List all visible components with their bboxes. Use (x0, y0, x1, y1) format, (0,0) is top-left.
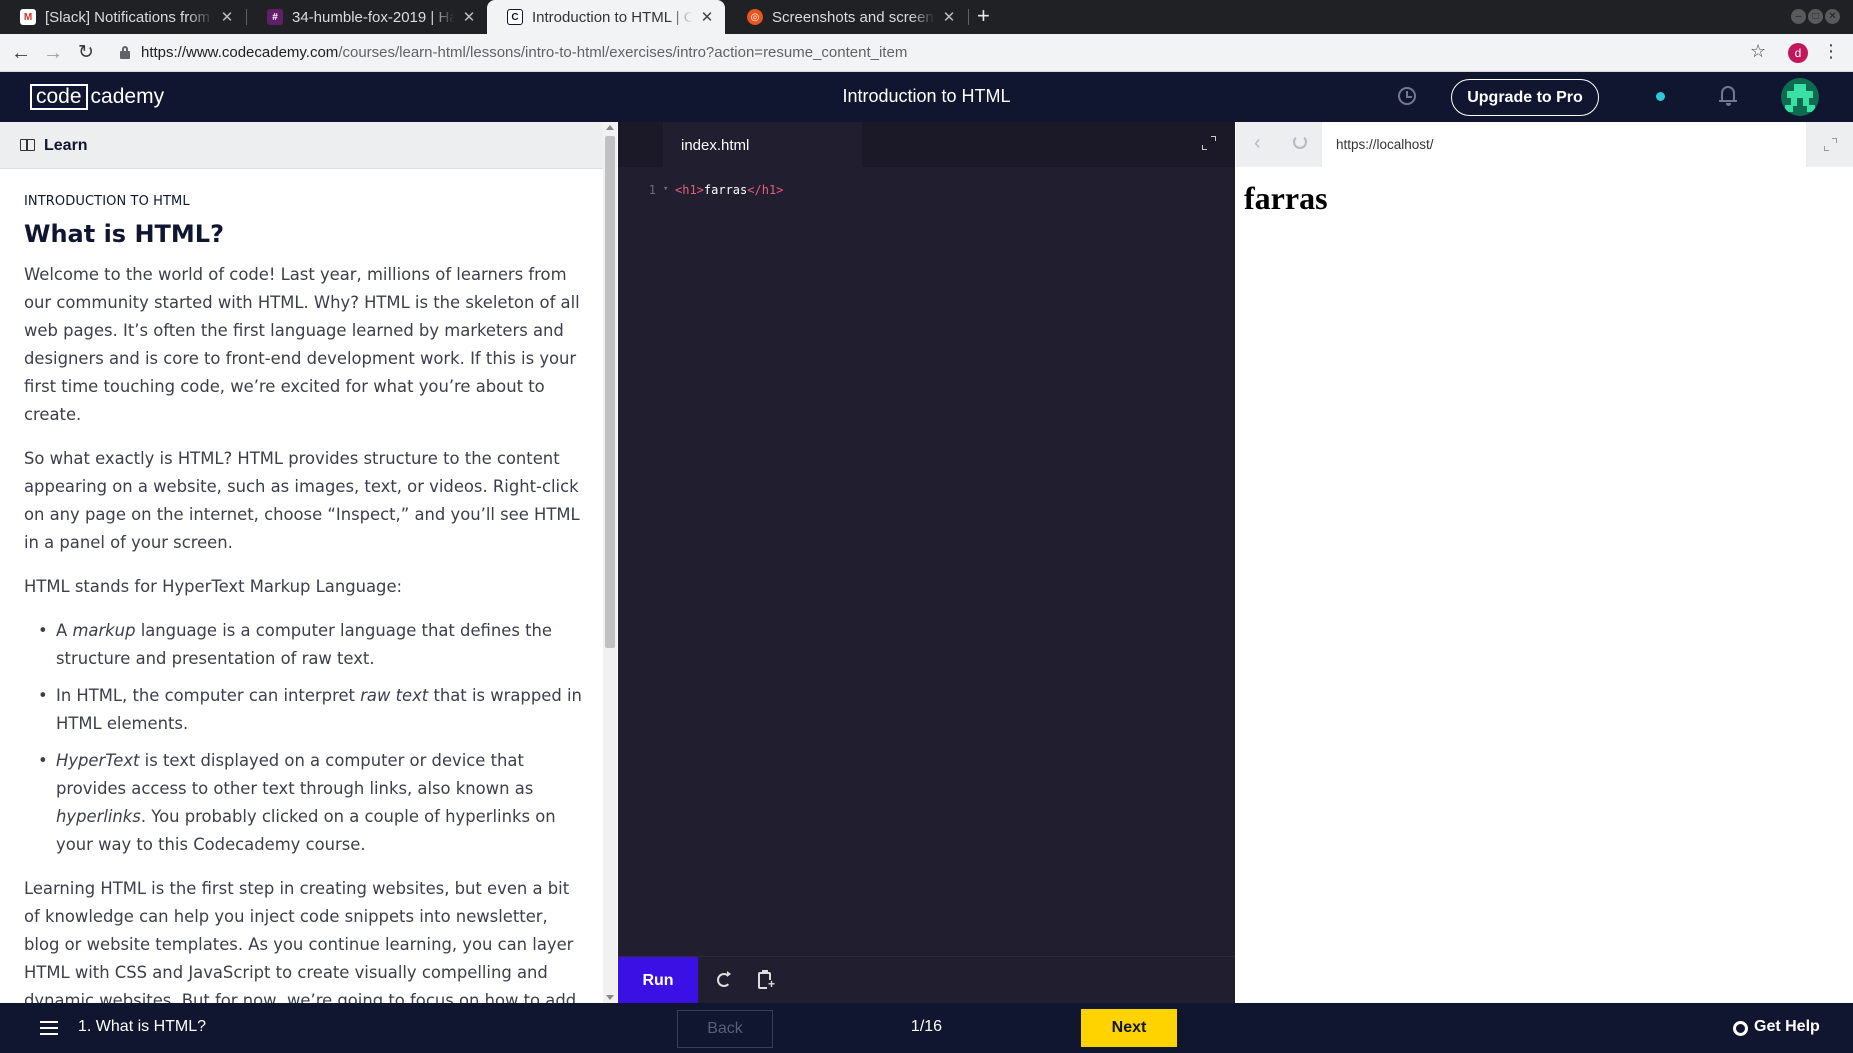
code-line[interactable]: <h1>farras</h1> (675, 182, 783, 198)
hamburger-menu-icon[interactable] (40, 1021, 58, 1035)
preview-back-icon[interactable]: ‹ (1254, 132, 1261, 155)
fold-arrow-icon[interactable]: ▾ (663, 181, 668, 197)
upgrade-to-pro-button[interactable]: Upgrade to Pro (1451, 79, 1599, 116)
paragraph: Welcome to the world of code! Last year,… (24, 265, 580, 424)
scroll-up-arrow-icon[interactable] (606, 125, 614, 130)
alarm-clock-icon[interactable] (1398, 87, 1416, 105)
status-dot (1656, 92, 1665, 101)
learn-scrollbar[interactable] (603, 122, 617, 1003)
line-number: 1 (648, 183, 656, 197)
forward-arrow-icon[interactable]: → (40, 40, 66, 66)
url-field[interactable]: https://www.codecademy.com/courses/learn… (141, 44, 907, 61)
get-help-button[interactable]: Get Help (1754, 1018, 1820, 1036)
definition-list: A markup language is a computer language… (38, 617, 584, 859)
browser-tab-codecademy[interactable]: C Introduction to HTML | Codecademy ✕ (487, 0, 725, 34)
learn-pane: Learn INTRODUCTION TO HTML What is HTML?… (0, 122, 617, 1053)
lesson-footer: 1. What is HTML? Back 1/16 Next Get Help (0, 1003, 1853, 1053)
gmail-icon: M (20, 9, 36, 25)
code-editor-pane: index.html 1 ▾ <h1>farras</h1> Run + (618, 122, 1235, 1004)
url-host: https://www.codecademy.com (141, 44, 339, 61)
help-lifebuoy-icon[interactable] (1733, 1021, 1748, 1036)
close-tab-icon[interactable]: ✕ (699, 8, 715, 26)
reload-icon[interactable]: ↻ (73, 40, 99, 66)
tab-title: 34-humble-fox-2019 | Hack (292, 8, 455, 26)
back-button[interactable]: Back (677, 1010, 773, 1048)
close-tab-icon[interactable]: ✕ (941, 8, 957, 26)
codecademy-header: code cademy Introduction to HTML Upgrade … (0, 72, 1853, 122)
expand-preview-icon[interactable] (1824, 138, 1837, 151)
lesson-content: INTRODUCTION TO HTML What is HTML? Welco… (24, 194, 584, 1053)
learn-tab[interactable]: Learn (0, 122, 603, 169)
notifications-bell-icon[interactable] (1719, 84, 1737, 108)
exercise-title: What is HTML? (24, 220, 225, 248)
run-button[interactable]: Run (618, 957, 698, 1004)
scroll-down-arrow-icon[interactable] (606, 995, 614, 1000)
list-item: In HTML, the computer can interpret raw … (38, 682, 584, 738)
minimize-window-icon[interactable]: – (1791, 9, 1806, 24)
browser-menu-icon[interactable]: ⋮ (1822, 41, 1840, 62)
editor-tab-bar: index.html (618, 122, 1235, 167)
preview-content: farras (1244, 180, 1328, 217)
current-exercise-label[interactable]: 1. What is HTML? (78, 1018, 206, 1036)
exercise-progress: 1/16 (910, 1018, 943, 1035)
lesson-breadcrumb: INTRODUCTION TO HTML (24, 194, 190, 209)
bookmark-star-icon[interactable]: ☆ (1750, 41, 1766, 62)
learn-tab-label: Learn (44, 137, 88, 154)
new-tab-button[interactable]: + (977, 3, 990, 29)
logo-boxed-text: code (30, 84, 88, 110)
list-item: A markup language is a computer language… (38, 617, 584, 673)
lock-icon (120, 46, 130, 59)
slack-icon: # (267, 9, 283, 25)
close-tab-icon[interactable]: ✕ (461, 8, 477, 26)
next-button[interactable]: Next (1081, 1009, 1177, 1047)
file-tab-index-html[interactable]: index.html (663, 122, 862, 167)
browser-tab-ubuntu[interactable]: ◎ Screenshots and screencasts ✕ (727, 0, 967, 34)
close-window-icon[interactable]: ✕ (1825, 9, 1840, 24)
list-item: HyperText is text displayed on a compute… (38, 747, 584, 859)
browser-tab-bar: M [Slack] Notifications from ✕ # 34-humb… (0, 0, 1853, 34)
tab-title: Introduction to HTML | Codecademy (532, 8, 693, 26)
browser-tab-slack[interactable]: # 34-humble-fox-2019 | Hack ✕ (247, 0, 487, 34)
preview-heading: farras (1244, 180, 1328, 216)
profile-avatar[interactable]: d (1788, 43, 1808, 63)
paragraph: So what exactly is HTML? HTML provides s… (24, 449, 580, 552)
ubuntu-icon: ◎ (747, 9, 763, 25)
preview-browser-bar: ‹ https://localhost/ (1236, 122, 1853, 167)
book-icon (20, 139, 35, 151)
preview-pane: ‹ https://localhost/ farras (1236, 122, 1853, 1003)
codecademy-logo[interactable]: code cademy (30, 84, 164, 110)
tab-title: [Slack] Notifications from (45, 8, 211, 26)
address-bar: ← → ↻ https://www.codecademy.com/courses… (0, 34, 1853, 72)
tab-title: Screenshots and screencasts (772, 8, 935, 26)
copy-to-clipboard-icon[interactable]: + (758, 970, 776, 990)
run-bar: Run + (618, 956, 1235, 1004)
user-avatar[interactable] (1781, 78, 1819, 116)
close-tab-icon[interactable]: ✕ (219, 8, 235, 26)
reset-code-icon[interactable] (717, 971, 731, 987)
preview-reload-icon[interactable] (1293, 135, 1307, 149)
scrollbar-thumb[interactable] (605, 136, 615, 648)
logo-text: cademy (90, 85, 165, 108)
paragraph: HTML stands for HyperText Markup Languag… (24, 577, 403, 596)
browser-tab-gmail[interactable]: M [Slack] Notifications from ✕ (0, 0, 245, 34)
expand-editor-icon[interactable] (1202, 136, 1216, 150)
back-arrow-icon[interactable]: ← (8, 40, 34, 66)
url-path: /courses/learn-html/lessons/intro-to-htm… (338, 44, 908, 61)
maximize-window-icon[interactable]: □ (1808, 9, 1823, 24)
codecademy-icon: C (507, 9, 523, 25)
preview-url: https://localhost/ (1336, 137, 1434, 152)
